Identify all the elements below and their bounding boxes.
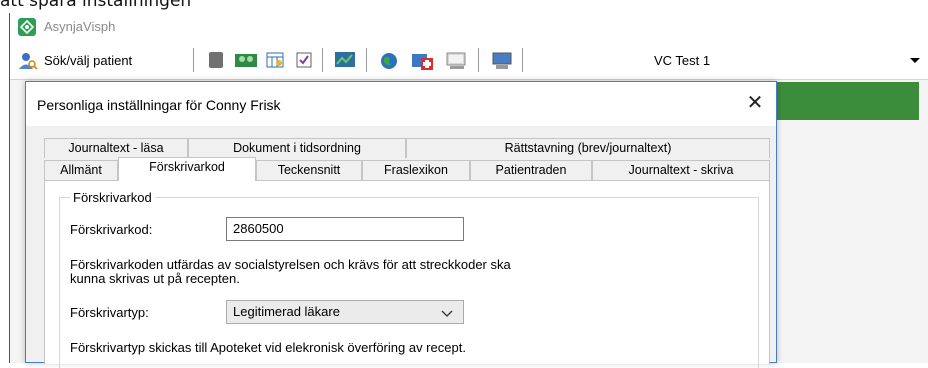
forskrivartyp-select[interactable]: Legitimerad läkare [226,300,464,324]
close-icon[interactable]: ✕ [744,92,766,114]
toolbar-separator [522,48,523,72]
tab-rattstavning[interactable]: Rättstavning (brev/journaltext) [406,138,770,158]
monitor-chart-icon[interactable] [335,52,355,68]
toolbar-separator [322,48,323,72]
toolbar-separator [193,48,194,72]
main-toolbar: Sök/välj patient VC Test 1 [10,41,928,80]
green-header-strip [758,82,919,120]
code-info-line-2: kunna skrivas ut på recepten. [70,271,240,286]
forskrivarkod-input[interactable]: 2860500 [226,217,464,241]
user-search-icon[interactable] [18,52,38,70]
tab-dokument-tidsordning[interactable]: Dokument i tidsordning [188,138,406,158]
computer-icon[interactable] [492,52,512,69]
forskrivarkod-group: Förskrivarkod Förskrivarkod: 2860500 För… [59,190,759,368]
tab-allmant[interactable]: Allmänt [44,160,118,180]
group-legend: Förskrivarkod [70,190,155,205]
tab-fraslexikon[interactable]: Fraslexikon [362,160,470,180]
app-title: AsynjaVisph [44,19,116,34]
medical-kit-icon[interactable] [412,52,434,70]
keyboard-icon[interactable] [446,52,468,69]
code-label: Förskrivarkod: [70,222,153,237]
toolbar-separator [366,48,367,72]
settings-dialog: Personliga inställningar för Conny Frisk… [25,81,777,368]
select-value: Legitimerad läkare [233,304,340,319]
dialog-title: Personliga inställningar för Conny Frisk [37,97,281,113]
tab-panel-forskrivarkod: Förskrivarkod Förskrivarkod: 2860500 För… [44,180,770,368]
type-label: Förskrivartyp: [70,305,149,320]
globe-icon[interactable] [380,52,398,69]
checklist-icon[interactable] [295,52,313,68]
chevron-down-icon[interactable] [910,58,920,63]
toolbar-separator [478,48,479,72]
tab-journaltext-lasa[interactable]: Journaltext - läsa [44,138,188,158]
search-patient-button[interactable]: Sök/välj patient [44,53,132,68]
app-titlebar: AsynjaVisph [10,13,928,41]
calendar-icon[interactable] [266,52,284,68]
tab-teckensnitt[interactable]: Teckensnitt [256,160,362,180]
page-caption: att spara inställningen [0,0,192,11]
dialog-titlebar: Personliga inställningar för Conny Frisk… [26,82,776,126]
app-logo-icon [18,18,36,36]
tab-patientraden[interactable]: Patientraden [470,160,592,180]
tab-forskrivarkod[interactable]: Förskrivarkod [118,157,256,181]
side-panel [758,120,919,350]
chevron-down-icon [441,306,453,321]
tab-journaltext-skriva[interactable]: Journaltext - skriva [592,160,770,180]
notebook-icon[interactable] [209,52,223,68]
unit-selector[interactable]: VC Test 1 [654,53,710,68]
patients-icon[interactable] [235,52,257,68]
type-info: Förskrivartyp skickas till Apoteket vid … [70,340,466,355]
code-info-line-1: Förskrivarkoden utfärdas av socialstyrel… [70,257,511,272]
